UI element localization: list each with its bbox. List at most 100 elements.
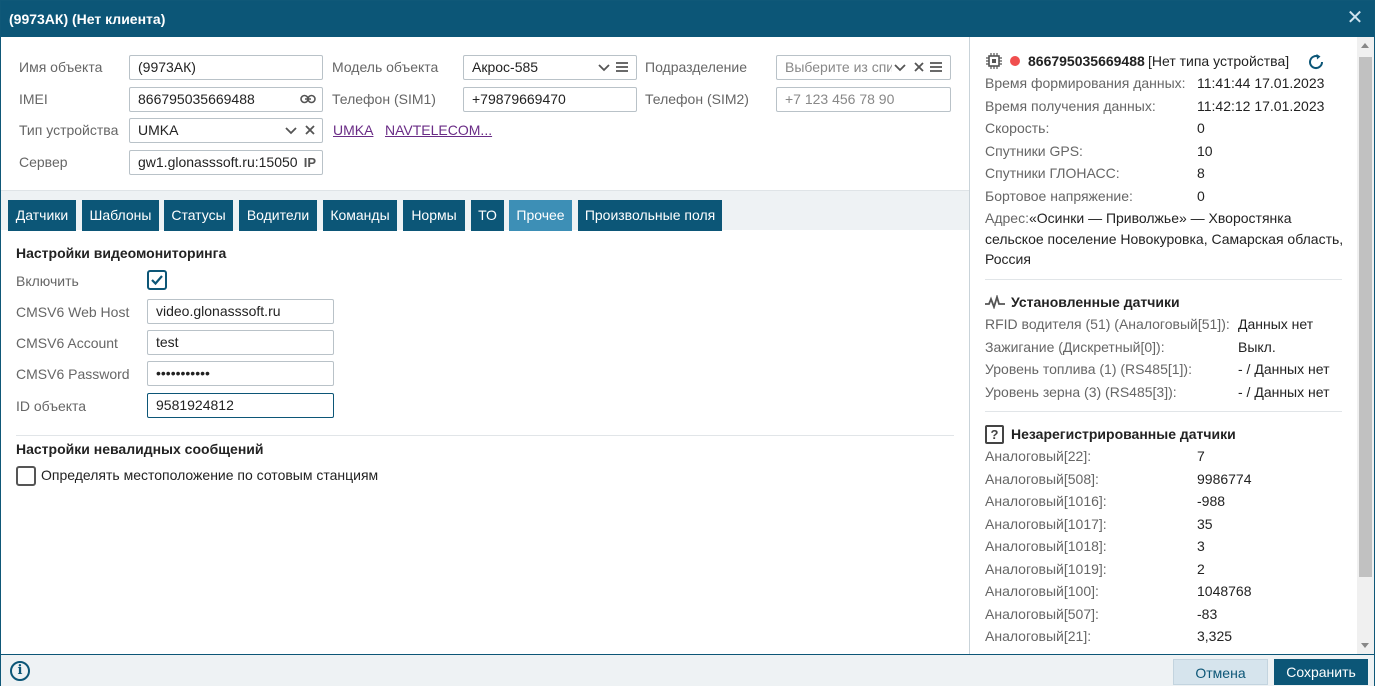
chevron-down-icon[interactable] xyxy=(598,56,610,79)
dialog-footer: i Отмена Сохранить xyxy=(1,654,1374,686)
unreg-row-value: 35 xyxy=(1197,516,1213,532)
voltage-value: 0 xyxy=(1197,188,1205,204)
device-type-select[interactable]: UMKA xyxy=(129,118,323,143)
gps-label: Спутники GPS: xyxy=(985,143,1083,159)
dialog-title: (9973АК) (Нет клиента) xyxy=(9,11,166,27)
dialog-titlebar: (9973АК) (Нет клиента) ✕ xyxy=(1,1,1374,37)
clear-icon[interactable] xyxy=(305,119,315,142)
tab-norms[interactable]: Нормы xyxy=(403,200,465,231)
imei-input[interactable]: 866795035669488 xyxy=(129,87,323,112)
link-icon[interactable] xyxy=(300,88,316,111)
unreg-row-label: Аналоговый[508]: xyxy=(985,471,1099,487)
sensor-row-label: RFID водителя (51) (Аналоговый[51]): xyxy=(985,316,1230,332)
info-divider xyxy=(985,279,1342,280)
tab-commands[interactable]: Команды xyxy=(323,200,397,231)
unreg-row-value: 7 xyxy=(1197,448,1205,464)
tab-statuses[interactable]: Статусы xyxy=(164,200,233,231)
server-input[interactable]: gw1.glonasssoft.ru:15050 IP xyxy=(129,150,323,175)
list-icon[interactable] xyxy=(930,56,942,79)
glonass-value: 8 xyxy=(1197,165,1205,181)
unreg-row-value: -988 xyxy=(1197,493,1226,509)
division-placeholder: Выберите из спи xyxy=(785,59,895,75)
unregistered-sensors-title: Незарегистрированные датчики xyxy=(1011,426,1236,442)
glonass-label: Спутники ГЛОНАСС: xyxy=(985,165,1120,181)
phone-sim1-input[interactable]: +79879669470 xyxy=(463,87,637,112)
tab-other[interactable]: Прочее xyxy=(509,200,572,231)
object-model-select[interactable]: Акрос-585 xyxy=(463,55,637,80)
unreg-row-value: -83 xyxy=(1197,606,1218,622)
section-divider xyxy=(16,435,954,436)
tab-drivers[interactable]: Водители xyxy=(239,200,317,231)
voltage-label: Бортовое напряжение: xyxy=(985,188,1133,204)
cancel-button[interactable]: Отмена xyxy=(1173,659,1268,685)
sensor-row-value: Выкл. xyxy=(1238,339,1276,355)
object-id-label: ID объекта xyxy=(16,398,87,414)
sensor-row-label: Уровень топлива (1) (RS485[1]): xyxy=(985,361,1192,377)
password-label: CMSV6 Password xyxy=(16,366,130,382)
imei-value: 866795035669488 xyxy=(138,91,255,107)
address-line-2: сельское поселение Новокуровка, Самарска… xyxy=(985,231,1344,247)
enable-checkbox[interactable] xyxy=(147,270,167,290)
unreg-row-value: 3 xyxy=(1197,538,1205,554)
receive-time-value: 11:42:12 17.01.2023 xyxy=(1197,98,1325,114)
cell-location-label: Определять местоположение по сотовым ста… xyxy=(41,467,379,483)
scroll-thumb[interactable] xyxy=(1359,57,1372,577)
tab-sensors[interactable]: Датчики xyxy=(8,200,76,231)
division-select[interactable]: Выберите из спи xyxy=(776,55,951,80)
object-model-value: Акрос-585 xyxy=(472,59,539,75)
phone-sim2-placeholder: +7 123 456 78 90 xyxy=(785,91,895,107)
tab-custom-fields[interactable]: Произвольные поля xyxy=(578,200,722,231)
sensor-row-label: Зажигание (Дискретный[0]): xyxy=(985,339,1165,355)
password-input[interactable]: ••••••••••• xyxy=(147,361,334,386)
imei-label: IMEI xyxy=(19,91,48,107)
account-input[interactable]: test xyxy=(147,330,334,355)
clear-icon[interactable] xyxy=(914,56,924,79)
unreg-row-label: Аналоговый[507]: xyxy=(985,606,1099,622)
address-label: Адрес: xyxy=(985,210,1029,226)
tab-maintenance[interactable]: ТО xyxy=(471,200,504,231)
address-line-1: «Осинки — Приволжье» — Хворостянка xyxy=(1029,210,1292,226)
tab-templates[interactable]: Шаблоны xyxy=(82,200,159,231)
sensor-row-value: Данных нет xyxy=(1238,316,1314,332)
speed-value: 0 xyxy=(1197,120,1205,136)
unreg-row-label: Аналоговый[1017]: xyxy=(985,516,1107,532)
phone-sim1-label: Телефон (SIM1) xyxy=(332,91,436,107)
scroll-up-icon[interactable] xyxy=(1361,43,1369,48)
chevron-down-icon[interactable] xyxy=(285,119,297,142)
phone-sim1-value: +79879669470 xyxy=(472,91,566,107)
installed-sensors-title: Установленные датчики xyxy=(1011,294,1180,310)
refresh-icon[interactable] xyxy=(1306,52,1326,75)
cell-location-checkbox[interactable] xyxy=(16,466,36,486)
division-label: Подразделение xyxy=(645,59,748,75)
object-id-input[interactable]: 9581924812 xyxy=(147,393,334,418)
scroll-down-icon[interactable] xyxy=(1361,643,1369,648)
object-name-input[interactable]: (9973АК) xyxy=(129,55,323,80)
unreg-row-label: Аналоговый[100]: xyxy=(985,583,1099,599)
navtelecom-link[interactable]: NAVTELECOM... xyxy=(385,122,492,138)
address-line-3: Россия xyxy=(985,251,1031,267)
list-icon[interactable] xyxy=(616,56,628,79)
web-host-input[interactable]: video.glonasssoft.ru xyxy=(147,299,334,324)
server-label: Сервер xyxy=(19,154,68,170)
save-button[interactable]: Сохранить xyxy=(1274,659,1368,685)
web-host-label: CMSV6 Web Host xyxy=(16,304,130,320)
receive-time-label: Время получения данных: xyxy=(985,98,1156,114)
video-section-title: Настройки видеомониторинга xyxy=(16,245,227,261)
umka-link[interactable]: UMKA xyxy=(333,122,373,138)
chevron-down-icon[interactable] xyxy=(892,56,906,79)
status-dot xyxy=(1010,56,1020,66)
info-icon[interactable]: i xyxy=(10,661,30,681)
object-edit-dialog: (9973АК) (Нет клиента) ✕ Имя объекта (99… xyxy=(0,0,1375,686)
device-type: [Нет типа устройства] xyxy=(1148,53,1290,69)
sensor-row-value: - / Данных нет xyxy=(1238,384,1330,400)
unreg-row-value: 9986774 xyxy=(1197,471,1252,487)
unreg-row-label: Аналоговый[1019]: xyxy=(985,561,1107,577)
panel-scrollbar[interactable] xyxy=(1357,37,1374,654)
object-model-label: Модель объекта xyxy=(332,59,439,75)
ip-badge[interactable]: IP xyxy=(300,151,316,174)
invalid-section-title: Настройки невалидных сообщений xyxy=(16,441,264,457)
phone-sim2-input[interactable]: +7 123 456 78 90 xyxy=(776,87,951,112)
data-time-label: Время формирования данных: xyxy=(985,75,1186,91)
unreg-row-value: 1048768 xyxy=(1197,583,1252,599)
close-icon[interactable]: ✕ xyxy=(1344,7,1366,29)
